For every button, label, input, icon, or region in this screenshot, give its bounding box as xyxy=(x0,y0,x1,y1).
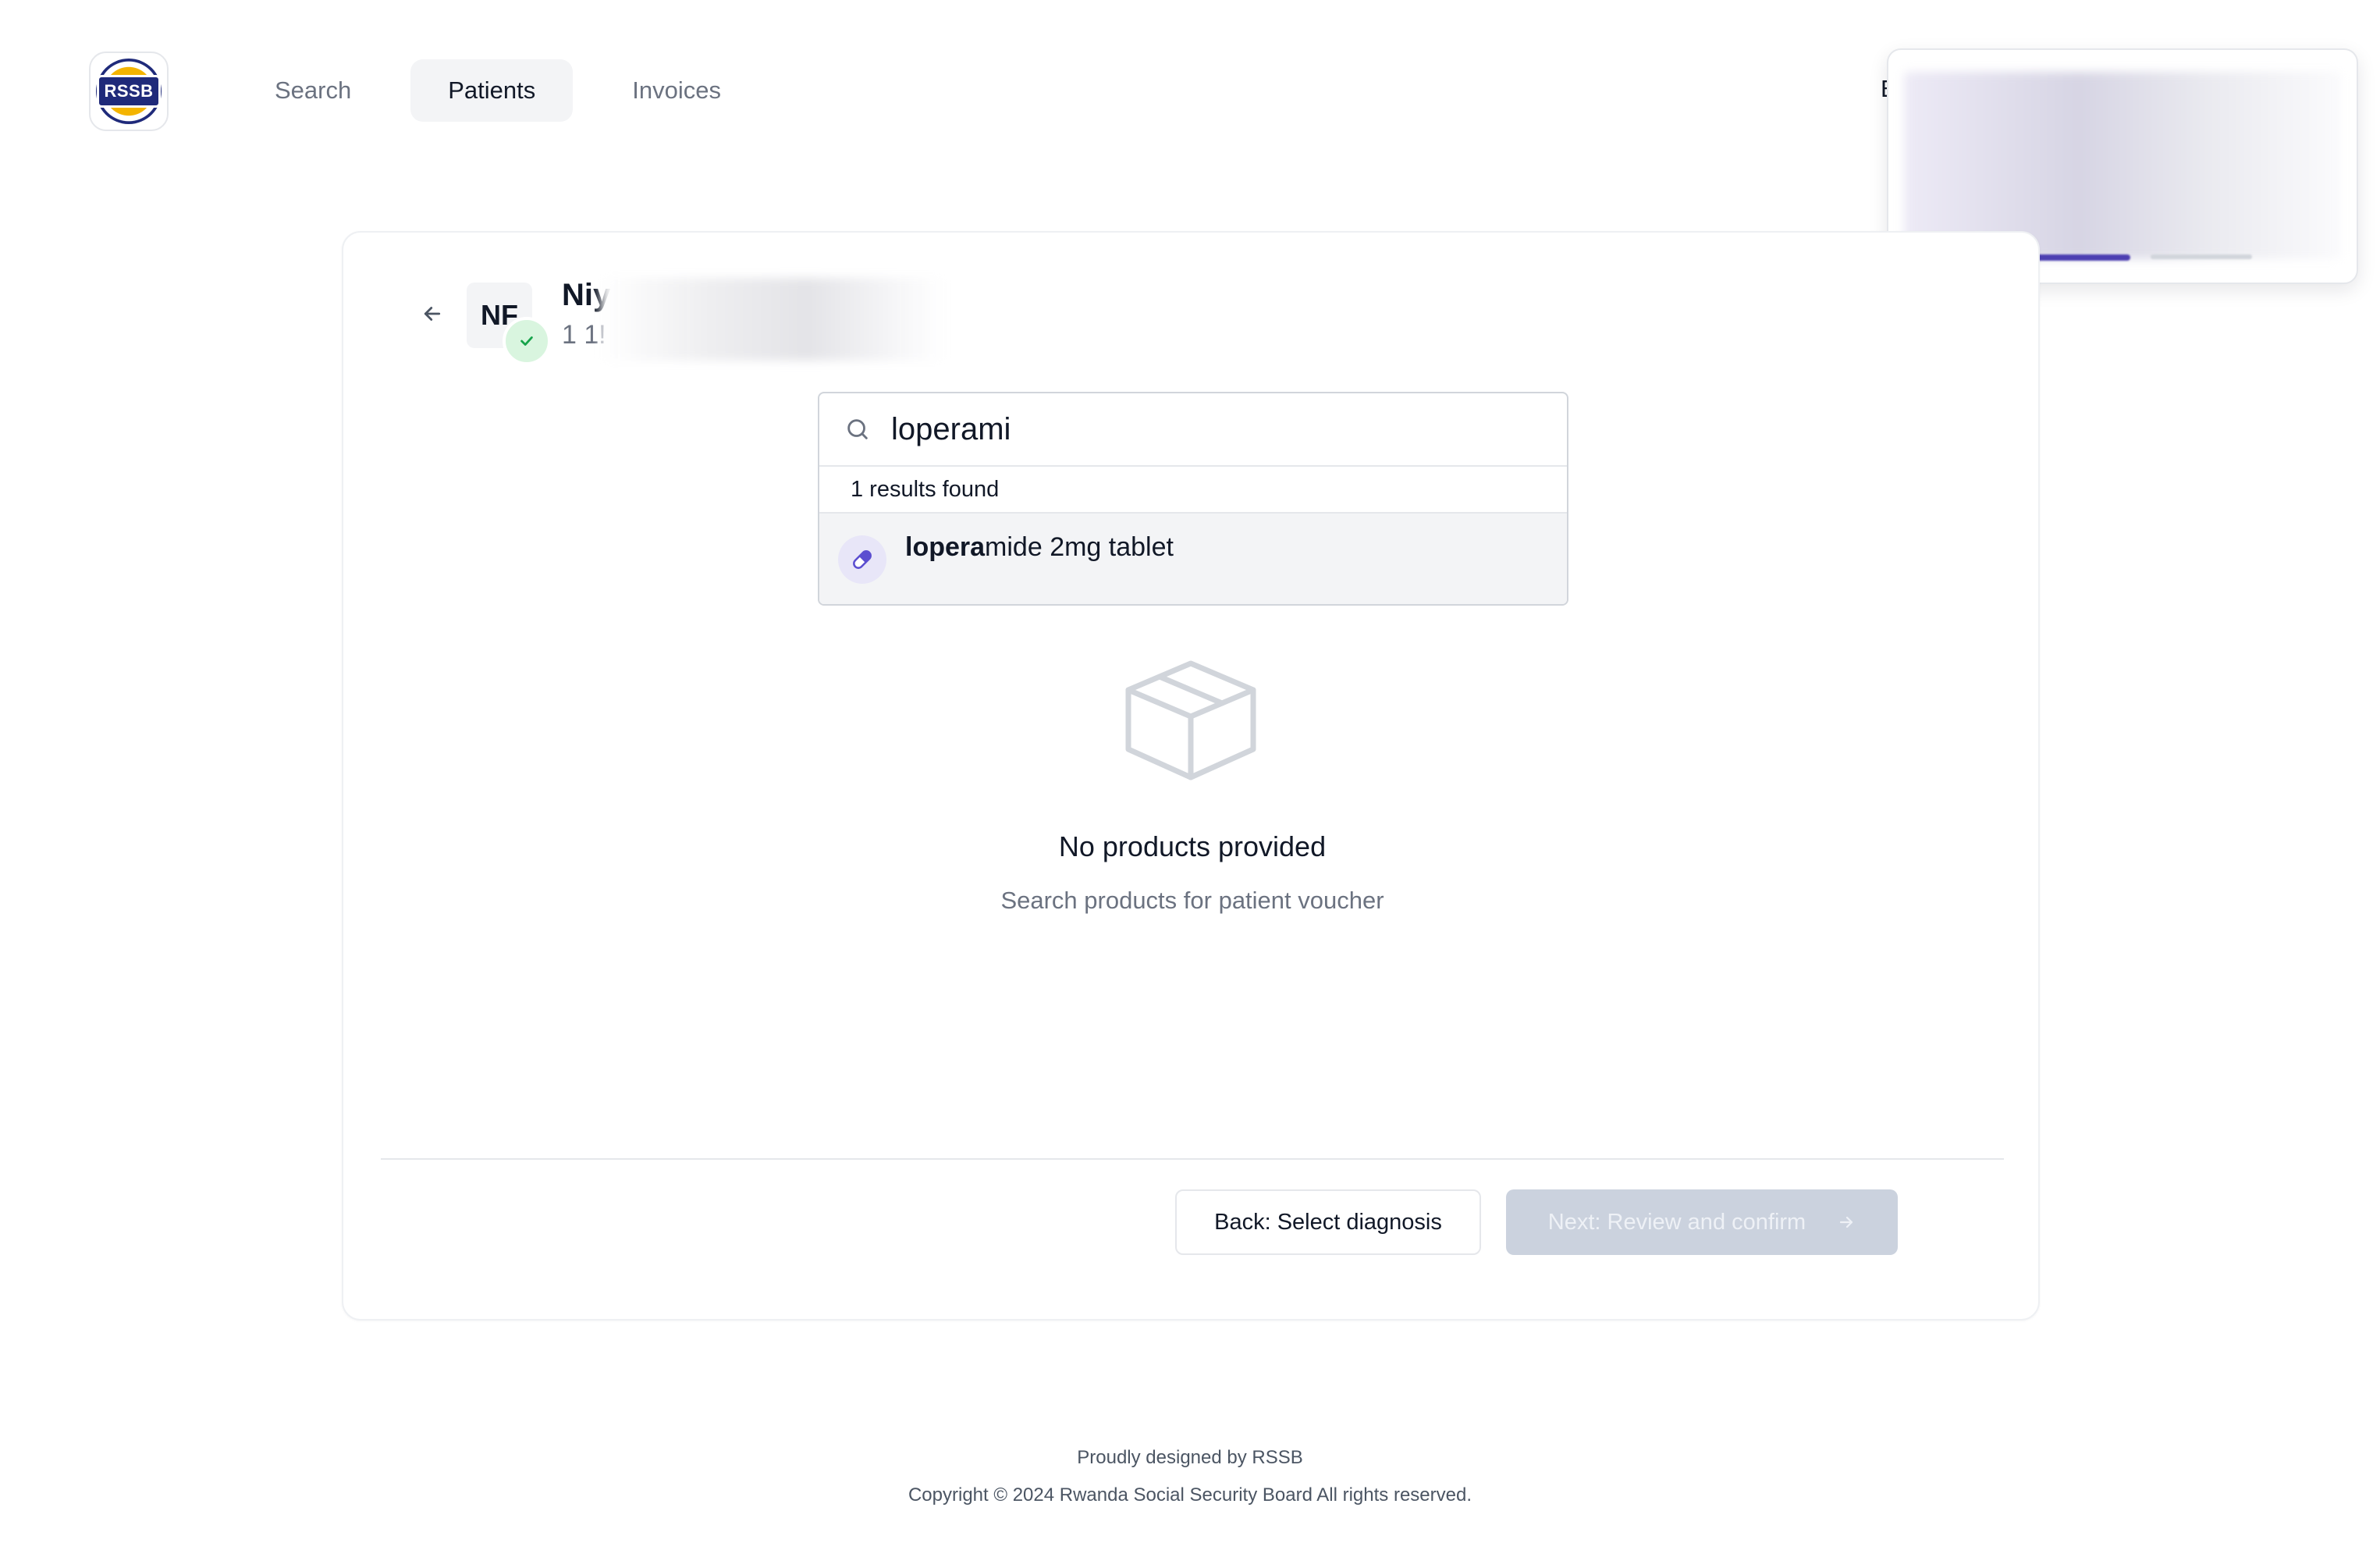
nav-item-search[interactable]: Search xyxy=(234,59,389,122)
next-button-label: Next: Review and confirm xyxy=(1547,1209,1806,1235)
footer-divider xyxy=(381,1158,2004,1160)
result-match-text: lopera xyxy=(905,532,986,562)
arrow-right-icon xyxy=(1840,1216,1853,1228)
logo-text: RSSB xyxy=(97,75,161,108)
redacted-patient-details xyxy=(601,278,944,361)
nav-item-invoices[interactable]: Invoices xyxy=(595,59,758,122)
pill-icon xyxy=(838,535,886,584)
footer-credit: Proudly designed by RSSB xyxy=(1077,1447,1303,1468)
search-icon xyxy=(847,419,868,439)
product-search-input[interactable] xyxy=(891,411,1531,447)
empty-state-subtitle: Search products for patient voucher xyxy=(1000,887,1384,914)
logo-seal: RSSB xyxy=(96,59,162,124)
back-arrow-icon[interactable] xyxy=(415,297,449,331)
patient-id: 1 1! xyxy=(562,320,606,350)
product-search-combobox: 1 results found loperamide 2mg tablet xyxy=(818,392,1568,606)
app-page: RSSB Search Patients Invoices E NF Niy 1… xyxy=(0,0,2380,1550)
voucher-card: NF Niy 1 1! 1 results found xyxy=(342,231,2040,1321)
footer-copyright: Copyright © 2024 Rwanda Social Security … xyxy=(908,1484,1472,1506)
next-review-confirm-button[interactable]: Next: Review and confirm xyxy=(1506,1189,1898,1255)
search-input-row xyxy=(819,393,1567,467)
rssb-logo[interactable]: RSSB xyxy=(89,52,169,131)
back-select-diagnosis-button[interactable]: Back: Select diagnosis xyxy=(1175,1189,1481,1255)
empty-state-title: No products provided xyxy=(1058,830,1327,862)
result-label: loperamide 2mg tablet xyxy=(905,532,1174,563)
nav-item-patients[interactable]: Patients xyxy=(410,59,574,122)
top-nav: Search Patients Invoices xyxy=(234,59,758,122)
popover-secondary-button[interactable] xyxy=(2151,254,2252,259)
result-rest-text: mide 2mg tablet xyxy=(985,532,1174,562)
search-result-option[interactable]: loperamide 2mg tablet xyxy=(819,514,1567,604)
verified-check-icon xyxy=(503,317,551,365)
empty-box-icon xyxy=(1125,660,1256,780)
results-count: 1 results found xyxy=(819,467,1567,514)
